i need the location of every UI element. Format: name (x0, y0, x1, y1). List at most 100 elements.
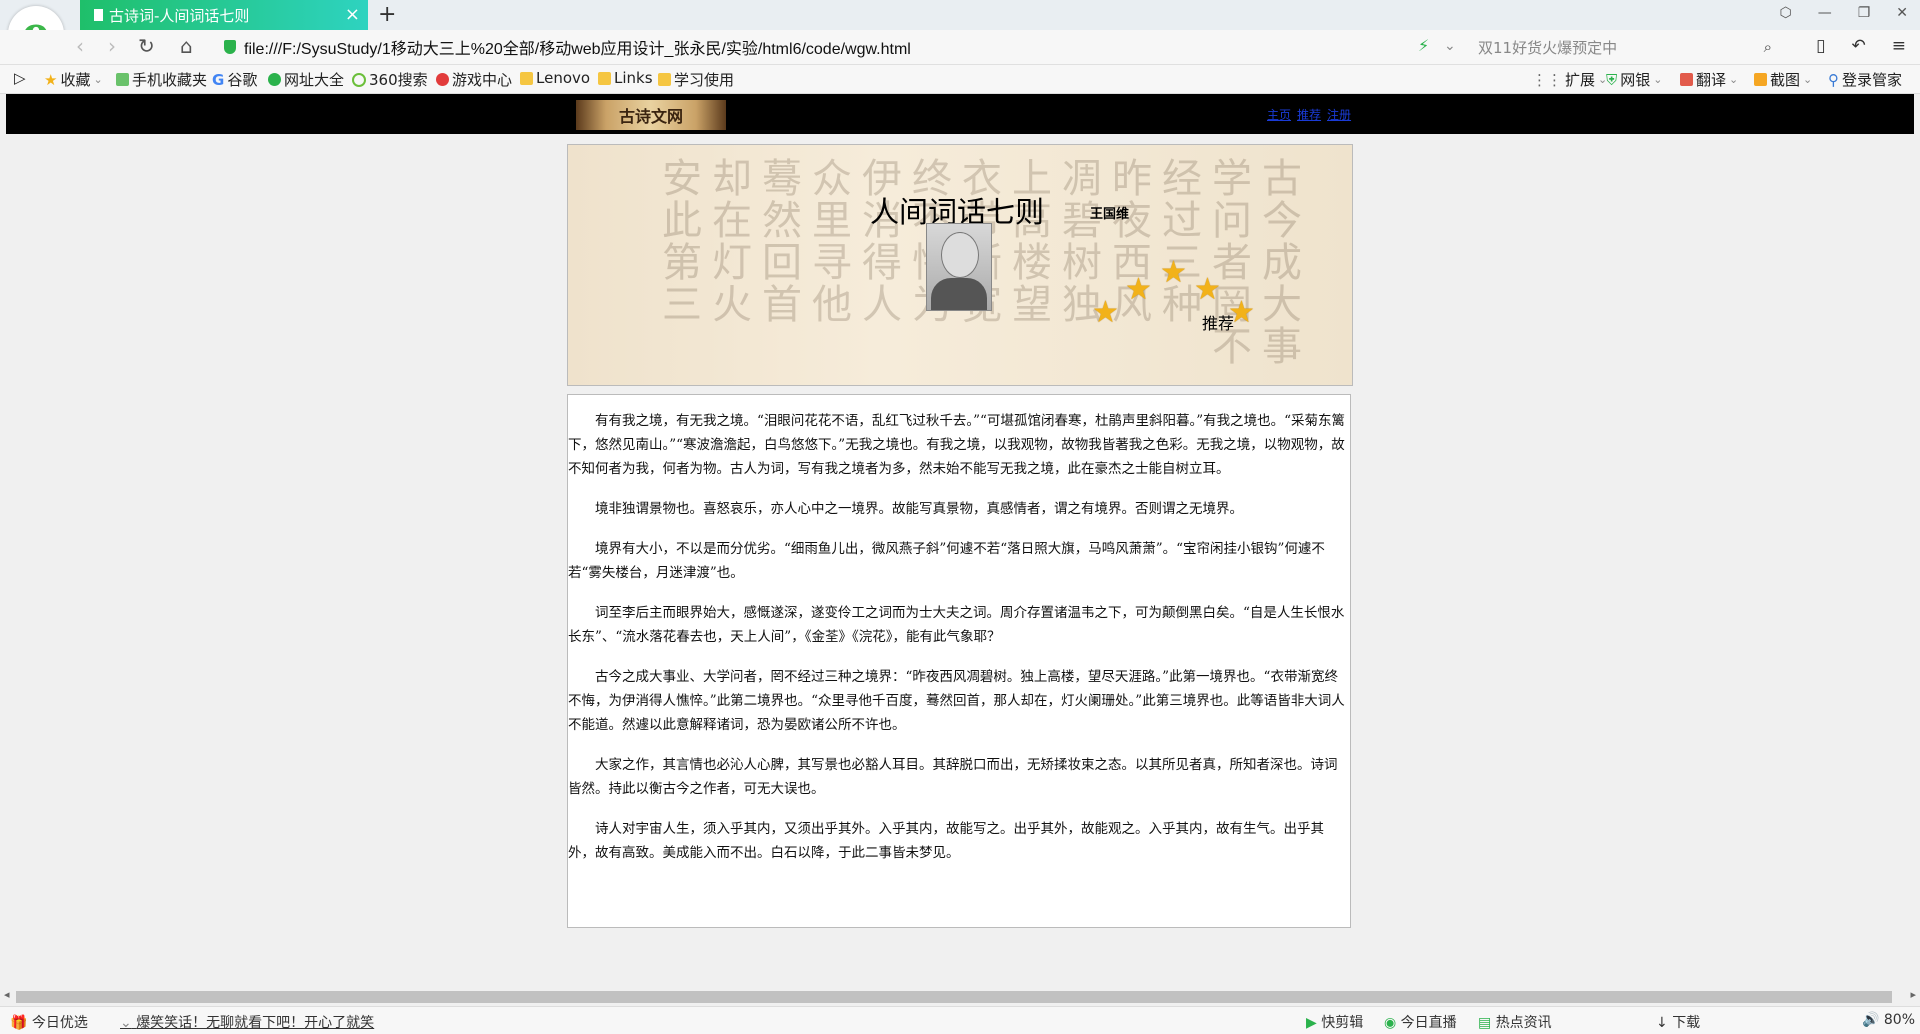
dropdown-icon[interactable]: ⌄ (1444, 38, 1456, 54)
calligraphy-bg: 上高楼望 (1005, 157, 1051, 325)
phone-icon (116, 73, 129, 86)
scroll-left-icon[interactable]: ◂ (4, 988, 10, 1001)
forward-icon[interactable]: › (108, 34, 116, 58)
address-bar: ‹ › ↻ ⌂ file:///F:/SysuStudy/1移动大三上%20全部… (0, 30, 1920, 65)
screenshot-button[interactable]: 截图 ⌄ (1754, 69, 1812, 90)
url-field[interactable]: file:///F:/SysuStudy/1移动大三上%20全部/移动web应用… (244, 35, 911, 59)
calligraphy-bg: 却在灯火 (705, 157, 751, 325)
fav-hao[interactable]: 网址大全 (268, 69, 344, 90)
gift-icon: 🎁 (10, 1015, 28, 1031)
translate-icon (1680, 73, 1693, 86)
poem-content: 有有我之境，有无我之境。“泪眼问花花不语，乱红飞过秋千去。”“可堪孤馆闭春寒，杜… (567, 394, 1351, 928)
scrollbar-thumb[interactable] (16, 991, 1892, 1003)
restore-icon[interactable]: ❐ (1858, 5, 1871, 21)
zoom-level[interactable]: 🔊 80% (1862, 1012, 1915, 1028)
minimize-icon[interactable]: — (1818, 5, 1832, 21)
poem-banner: 古今成大事 学问者罔不 经过三种 昨夜西风 凋碧树独 上高楼望 衣带渐宽 终不悔… (567, 144, 1353, 386)
quick-edit[interactable]: ▶ 快剪辑 (1306, 1012, 1363, 1032)
fav-links[interactable]: Links (598, 69, 653, 87)
star-icon[interactable]: ★ (1194, 272, 1221, 307)
paragraph: 古今之成大事业、大学问者，罔不经过三种之境界：“昨夜西风凋碧树。独上高楼，望尽天… (568, 669, 1345, 733)
live-icon: ◉ (1384, 1015, 1397, 1031)
extensions-button[interactable]: ⋮⋮ 扩展 ⌄ (1532, 69, 1607, 90)
paragraph: 词至李后主而眼界始大，感慨遂深，遂变伶工之词而为士大夫之词。周介存置诸温韦之下，… (568, 605, 1345, 645)
recommend-label: 推荐 (1202, 314, 1235, 333)
security-shield-icon (224, 40, 236, 54)
fav-collect[interactable]: ★ 收藏 ⌄ (44, 69, 103, 90)
calligraphy-bg: 蓦然回首 (755, 157, 801, 325)
live-today[interactable]: ◉ 今日直播 (1384, 1012, 1457, 1032)
scissors-icon (1754, 73, 1767, 86)
key-icon: ⚲ (1828, 70, 1839, 89)
skin-icon[interactable]: ⬡ (1779, 5, 1791, 21)
paragraph: 诗人对宇宙人生，须入乎其内，又须出乎其外。入乎其内，故能写之。出乎其外，故能观之… (568, 821, 1324, 861)
play-icon: ▶ (1306, 1015, 1317, 1031)
calligraphy-bg: 学问者罔不 (1205, 157, 1251, 367)
translate-button[interactable]: 翻译 ⌄ (1680, 69, 1738, 90)
fav-mobile[interactable]: 手机收藏夹 (116, 69, 207, 90)
netbank-button[interactable]: ⛨ 网银 ⌄ (1606, 69, 1663, 90)
nav-link-recommend[interactable]: 推荐 (1297, 106, 1321, 123)
nav-link-register[interactable]: 注册 (1327, 106, 1351, 123)
reload-icon[interactable]: ↻ (138, 34, 155, 58)
download-icon: ↓ (1656, 1015, 1668, 1031)
star-icon[interactable]: ★ (1125, 272, 1152, 307)
paragraph: 有有我之境，有无我之境。“泪眼问花花不语，乱红飞过秋千去。”“可堪孤馆闭春寒，杜… (568, 413, 1346, 477)
folder-icon (658, 73, 671, 86)
download-button[interactable]: ↓ 下载 (1656, 1012, 1700, 1032)
star-icon[interactable]: ★ (1160, 255, 1187, 290)
status-bar: 🎁 今日优选 ⌄ 爆笑笑话！无聊就看下吧！开心了就笑 ▶ 快剪辑 ◉ 今日直播 … (0, 1006, 1920, 1034)
paragraph: 境界有大小，不以是而分优劣。“细雨鱼儿出，微风燕子斜”何遽不若“落日照大旗，马鸣… (568, 541, 1325, 581)
window-controls: ⬡ — ❐ ✕ (1779, 5, 1908, 21)
calligraphy-bg: 经过三种 (1155, 157, 1201, 325)
calligraphy-bg: 伊消得人 (855, 157, 901, 325)
scroll-right-icon[interactable]: ▸ (1910, 988, 1916, 1001)
close-window-icon[interactable]: ✕ (1896, 5, 1908, 21)
grid-icon: ⋮⋮ (1532, 70, 1562, 89)
fav-360[interactable]: 360搜索 (352, 69, 428, 90)
star-icon[interactable]: ★ (1092, 295, 1119, 330)
tab-bar: 古诗词-人间词话七则 × + ⬡ — ❐ ✕ (0, 0, 1920, 30)
search-input[interactable]: 双11好货火爆预定中 ⌕ (1478, 34, 1778, 60)
fav-games[interactable]: 游戏中心 (436, 69, 512, 90)
tab-title: 古诗词-人间词话七则 (109, 6, 250, 25)
home-icon[interactable]: ⌂ (180, 34, 193, 58)
close-tab-icon[interactable]: × (345, 4, 360, 25)
browser-tab-active[interactable]: 古诗词-人间词话七则 × (80, 0, 368, 30)
sidebar-toggle-icon[interactable]: ▷ (14, 69, 26, 87)
new-tab-button[interactable]: + (378, 2, 396, 27)
site-nav: 主页 推荐 注册 (1267, 106, 1351, 123)
back-icon[interactable]: ‹ (76, 34, 84, 58)
search-icon[interactable]: ⌕ (1764, 38, 1772, 56)
lightning-icon[interactable]: ⚡ (1418, 36, 1429, 55)
360-icon (352, 72, 366, 87)
game-icon (436, 73, 449, 86)
site-logo[interactable]: 古诗文网 (576, 100, 726, 130)
hot-news[interactable]: ▤ 热点资讯 (1478, 1012, 1552, 1032)
star-icon: ★ (44, 70, 58, 89)
menu-icon[interactable]: ≡ (1892, 36, 1906, 56)
mobile-icon[interactable]: ▯ (1816, 36, 1825, 56)
author-portrait (926, 223, 992, 311)
fav-lenovo[interactable]: Lenovo (520, 69, 590, 87)
site-header: 古诗文网 主页 推荐 注册 (6, 94, 1914, 134)
favorites-bar: ▷ ★ 收藏 ⌄ 手机收藏夹 G 谷歌 网址大全 360搜索 游戏中心 Lenovo … (0, 65, 1920, 94)
fav-study[interactable]: 学习使用 (658, 69, 734, 90)
poem-author: 王国维 (1090, 207, 1130, 222)
undo-icon[interactable]: ↶ (1852, 36, 1866, 56)
joke-link[interactable]: ⌄ 爆笑笑话！无聊就看下吧！开心了就笑 (120, 1012, 374, 1032)
daily-picks[interactable]: 🎁 今日优选 (10, 1012, 88, 1032)
web-page: 古诗文网 主页 推荐 注册 古今成大事 学问者罔不 经过三种 昨夜西风 凋碧树独… (6, 94, 1914, 986)
speaker-icon: 🔊 (1862, 1012, 1880, 1028)
login-manager-button[interactable]: ⚲ 登录管家 (1828, 69, 1902, 90)
paragraph: 境非独谓景物也。喜怒哀乐，亦人心中之一境界。故能写真景物，真感情者，谓之有境界。… (595, 501, 1243, 517)
paragraph: 大家之作，其言情也必沁人心脾，其写景也必豁人耳目。其辞脱口而出，无矫揉妆束之态。… (568, 757, 1338, 797)
horizontal-scrollbar[interactable]: ◂ ▸ (0, 986, 1920, 1006)
calligraphy-bg: 古今成大事 (1255, 157, 1301, 367)
chevron-down-icon: ⌄ (120, 1015, 132, 1031)
calligraphy-bg: 安此第三 (655, 157, 701, 325)
fav-google[interactable]: G 谷歌 (212, 69, 257, 90)
calligraphy-bg: 众里寻他 (805, 157, 851, 325)
nav-link-home[interactable]: 主页 (1267, 106, 1291, 123)
globe-icon (268, 73, 281, 86)
